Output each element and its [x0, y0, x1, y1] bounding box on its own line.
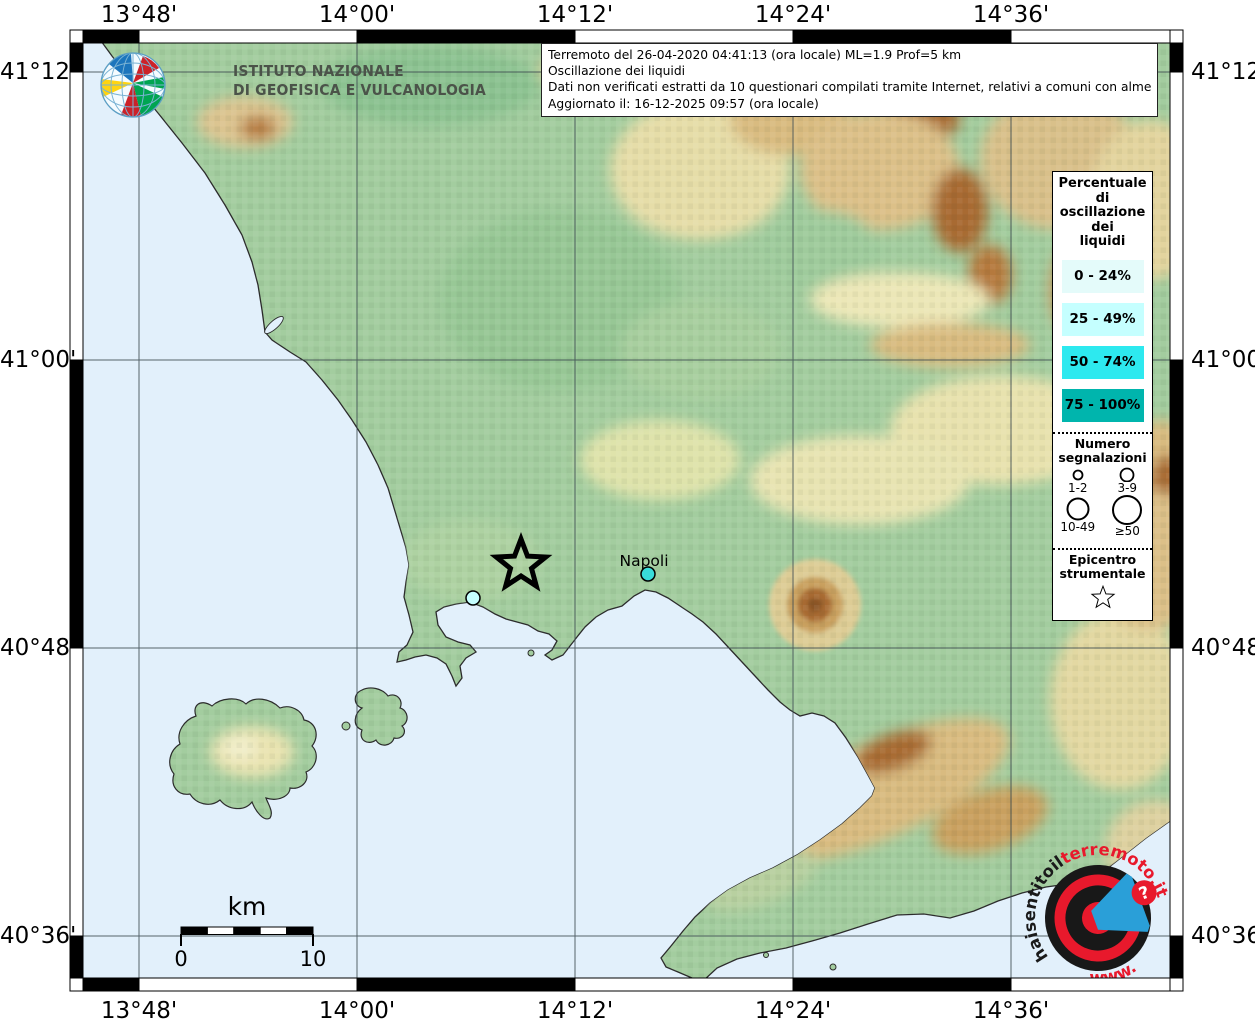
islet-2 [829, 963, 837, 971]
legend-epicenter-title: Epicentro strumentale [1059, 551, 1146, 581]
axis-label-bottom-4: 14°24' [754, 998, 832, 1024]
islet-nisida [527, 649, 535, 657]
axis-label-top-4: 14°24' [754, 2, 832, 28]
event-info-box: Terremoto del 26-04-2020 04:41:13 (ora l… [541, 43, 1158, 117]
legend-signal-sizes: 1-2 3-9 10-49 ≥50 [1053, 466, 1152, 538]
legend-class-0-24: 0 - 24% [1061, 259, 1144, 293]
ingv-name-line2: DI GEOFISICA E VULCANOLOGIA [233, 81, 486, 99]
event-info-line2: Oscillazione dei liquidi [548, 64, 686, 79]
signal-size-10-49: 10-49 [1053, 495, 1103, 538]
axis-label-top-3: 14°12' [536, 2, 614, 28]
islet-1 [763, 952, 769, 958]
report-dot-pozzuoli [465, 590, 481, 606]
signal-size-1-2: 1-2 [1053, 466, 1103, 495]
islet-vivara [341, 721, 351, 731]
signal-circle-large-icon [1066, 497, 1090, 520]
event-info-line1: Terremoto del 26-04-2020 04:41:13 (ora l… [548, 48, 962, 62]
scale-end-label: 10 [300, 947, 327, 971]
axis-label-bottom-5: 14°36' [972, 998, 1050, 1024]
signal-circle-xlarge-icon [1112, 494, 1143, 525]
axis-label-left-2: 41°00' [0, 347, 77, 373]
scale-unit-label: km [228, 892, 267, 921]
epicenter-star-icon [1090, 584, 1115, 608]
map-screenshot: Napoli km 0 10 ? haisentitoilterremoto.i… [0, 0, 1255, 1024]
axis-label-top-1: 13°48' [100, 2, 178, 28]
ingv-logo-globe [100, 52, 166, 118]
signal-circle-small-icon [1072, 469, 1084, 480]
legend-panel: Percentuale di oscillazione dei liquidi … [1052, 171, 1153, 621]
legend-class-50-74: 50 - 74% [1061, 345, 1144, 379]
legend-star-wrap [1053, 582, 1152, 620]
axis-label-right-2: 41°00' [1191, 347, 1255, 373]
axis-label-bottom-1: 13°48' [100, 998, 178, 1024]
axis-label-left-1: 41°12' [0, 59, 77, 85]
axis-label-right-1: 41°12' [1191, 59, 1255, 85]
axis-label-top-5: 14°36' [972, 2, 1050, 28]
axis-label-left-4: 40°36' [0, 923, 77, 949]
ingv-wordmark: ISTITUTO NAZIONALE DI GEOFISICA E VULCAN… [233, 62, 486, 100]
signal-size-3-9: 3-9 [1103, 466, 1153, 495]
axis-label-right-4: 40°36' [1191, 923, 1255, 949]
signal-circle-medium-icon [1119, 467, 1135, 482]
legend-signals-title: Numero segnalazioni [1058, 435, 1147, 465]
event-info-line4: Aggiornato il: 16-12-2025 09:57 (ora loc… [548, 96, 819, 111]
legend-title: Percentuale di oscillazione dei liquidi [1058, 176, 1147, 249]
scale-start-label: 0 [174, 947, 187, 971]
ingv-name-line1: ISTITUTO NAZIONALE [233, 62, 404, 80]
axis-label-bottom-3: 14°12' [536, 998, 614, 1024]
legend-class-75-100: 75 - 100% [1061, 388, 1144, 422]
event-info-line3: Dati non verificati estratti da 10 quest… [548, 80, 1151, 95]
axis-label-right-3: 40°48' [1191, 635, 1255, 661]
axis-label-left-3: 40°48' [0, 635, 77, 661]
axis-label-bottom-2: 14°00' [318, 998, 396, 1024]
legend-class-25-49: 25 - 49% [1061, 302, 1144, 336]
axis-label-top-2: 14°00' [318, 2, 396, 28]
city-label-napoli: Napoli [619, 552, 668, 570]
signal-size-50plus: ≥50 [1103, 494, 1153, 538]
